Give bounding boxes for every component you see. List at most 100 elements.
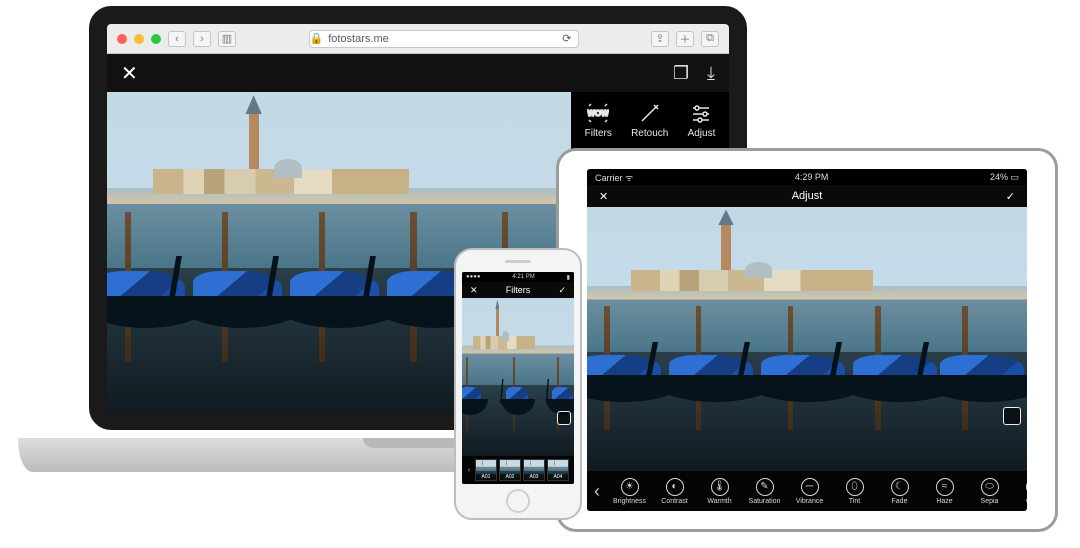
battery-pct: 24%: [990, 172, 1008, 182]
adjust-vibrance[interactable]: ⎓ Vibrance: [787, 478, 832, 505]
address-bar[interactable]: 🔒 fotostars.me ⟳: [309, 30, 579, 48]
grain-icon: ∷: [1026, 478, 1028, 496]
contrast-icon: ◐: [666, 478, 684, 496]
reload-icon[interactable]: ⟳: [562, 32, 577, 45]
screen-title: Filters: [506, 285, 531, 295]
battery-icon: ▭: [1010, 172, 1019, 182]
sepia-icon: ⬭: [981, 478, 999, 496]
filter-thumb-label: A03: [524, 474, 544, 480]
tool-label: Adjust: [688, 128, 716, 139]
filter-thumb-label: A02: [500, 474, 520, 480]
screen-header: ✕ Adjust ✓: [587, 185, 1027, 207]
adjust-toolbar: ‹ ☀ Brightness ◐ Contrast 🌡 Warmth ✎ Saturation…: [587, 471, 1027, 511]
tablet-body: Carrier ᯤ 4:29 PM 24% ▭ ✕ Adjust ✓: [556, 148, 1058, 532]
status-time: 4:29 PM: [795, 172, 829, 182]
adjust-label: Warmth: [707, 498, 731, 505]
adjust-label: Saturation: [749, 498, 781, 505]
window-max-dot[interactable]: [151, 34, 161, 44]
window-close-dot[interactable]: [117, 34, 127, 44]
adjust-label: Contrast: [661, 498, 687, 505]
adjust-fade[interactable]: ☾ Fade: [877, 478, 922, 505]
status-time: 4:21 PM: [512, 274, 534, 280]
tool-retouch[interactable]: Retouch: [631, 102, 668, 139]
photo-viewport[interactable]: [587, 207, 1027, 471]
filter-thumb-a03[interactable]: A03: [523, 459, 545, 481]
scroll-left-button[interactable]: ‹: [464, 467, 474, 474]
lock-icon: 🔒: [310, 32, 324, 45]
tool-label: Retouch: [631, 128, 668, 139]
battery-icon: ▮: [567, 274, 570, 281]
adjust-label: Tint: [849, 498, 860, 505]
share-button[interactable]: ⇪: [651, 31, 669, 47]
new-tab-button[interactable]: ＋: [676, 31, 694, 47]
adjust-contrast[interactable]: ◐ Contrast: [652, 478, 697, 505]
compare-toggle[interactable]: [1003, 407, 1021, 425]
adjust-brightness[interactable]: ☀ Brightness: [607, 478, 652, 505]
scroll-left-button[interactable]: ‹: [587, 481, 607, 502]
nav-fwd-button[interactable]: ›: [193, 31, 211, 47]
filter-thumb-a04[interactable]: A04: [547, 459, 569, 481]
adjust-label: Grain: [1026, 498, 1027, 505]
phone-speaker: [505, 260, 531, 263]
adjust-label: Vibrance: [796, 498, 824, 505]
duplicate-icon[interactable]: ❐: [673, 64, 689, 82]
brightness-icon: ☀: [621, 478, 639, 496]
phone-body: ●●●● 4:21 PM ▮ ✕ Filters ✓: [454, 248, 582, 520]
dome: [274, 159, 302, 178]
compare-toggle[interactable]: [557, 411, 571, 425]
download-icon[interactable]: ⤓: [707, 64, 715, 82]
vibrance-icon: ⎓: [801, 478, 819, 496]
sidebar-button[interactable]: ▥: [218, 31, 236, 47]
screen-title: Adjust: [792, 190, 823, 202]
tabs-button[interactable]: ⧉: [701, 31, 719, 47]
signal-icon: ●●●●: [466, 274, 481, 280]
wow-icon: WOW: [587, 102, 609, 124]
phone-device: ●●●● 4:21 PM ▮ ✕ Filters ✓: [454, 248, 582, 520]
home-button[interactable]: [506, 489, 530, 513]
confirm-button[interactable]: ✓: [558, 285, 566, 296]
wand-icon: [639, 102, 661, 124]
adjust-label: Brightness: [613, 498, 646, 505]
status-bar: ●●●● 4:21 PM ▮: [462, 272, 574, 282]
warmth-icon: 🌡: [711, 478, 729, 496]
adjust-warmth[interactable]: 🌡 Warmth: [697, 478, 742, 505]
window-min-dot[interactable]: [134, 34, 144, 44]
carrier-label: Carrier: [595, 173, 623, 183]
close-button[interactable]: ✕: [599, 190, 608, 203]
filter-thumb-a01[interactable]: A01: [475, 459, 497, 481]
wifi-icon: ᯤ: [625, 173, 633, 183]
adjust-sepia[interactable]: ⬭ Sepia: [967, 478, 1012, 505]
photo-venice: [462, 298, 574, 456]
confirm-button[interactable]: ✓: [1006, 190, 1015, 203]
adjust-tint[interactable]: ⬯ Tint: [832, 478, 877, 505]
adjust-label: Haze: [936, 498, 952, 505]
close-button[interactable]: ✕: [121, 61, 138, 86]
tablet-screen: Carrier ᯤ 4:29 PM 24% ▭ ✕ Adjust ✓: [587, 169, 1027, 511]
filter-thumb-label: A01: [476, 474, 496, 480]
tablet-device: Carrier ᯤ 4:29 PM 24% ▭ ✕ Adjust ✓: [556, 148, 1058, 532]
saturation-icon: ✎: [756, 478, 774, 496]
filter-thumb-a02[interactable]: A02: [499, 459, 521, 481]
photo-venice: [587, 207, 1027, 471]
screen-header: ✕ Filters ✓: [462, 282, 574, 298]
tool-filters[interactable]: WOW Filters: [585, 102, 612, 139]
tool-rail: WOW Filters Retouch Adjust: [571, 92, 729, 149]
fade-icon: ☾: [891, 478, 909, 496]
nav-back-button[interactable]: ‹: [168, 31, 186, 47]
address-url: fotostars.me: [328, 33, 389, 45]
adjust-haze[interactable]: ≈ Haze: [922, 478, 967, 505]
adjust-grain[interactable]: ∷ Grain: [1012, 478, 1027, 505]
close-button[interactable]: ✕: [470, 285, 478, 296]
filter-strip: ‹ A01 A02 A03 A04: [462, 456, 574, 484]
app-header: ✕ ❐ ⤓: [107, 54, 729, 92]
filter-thumb-label: A04: [548, 474, 568, 480]
adjust-label: Fade: [892, 498, 908, 505]
adjust-label: Sepia: [981, 498, 999, 505]
tool-adjust[interactable]: Adjust: [688, 102, 716, 139]
phone-screen: ●●●● 4:21 PM ▮ ✕ Filters ✓: [462, 272, 574, 484]
tint-icon: ⬯: [846, 478, 864, 496]
status-bar: Carrier ᯤ 4:29 PM 24% ▭: [587, 169, 1027, 185]
adjust-saturation[interactable]: ✎ Saturation: [742, 478, 787, 505]
photo-viewport[interactable]: [462, 298, 574, 456]
haze-icon: ≈: [936, 478, 954, 496]
